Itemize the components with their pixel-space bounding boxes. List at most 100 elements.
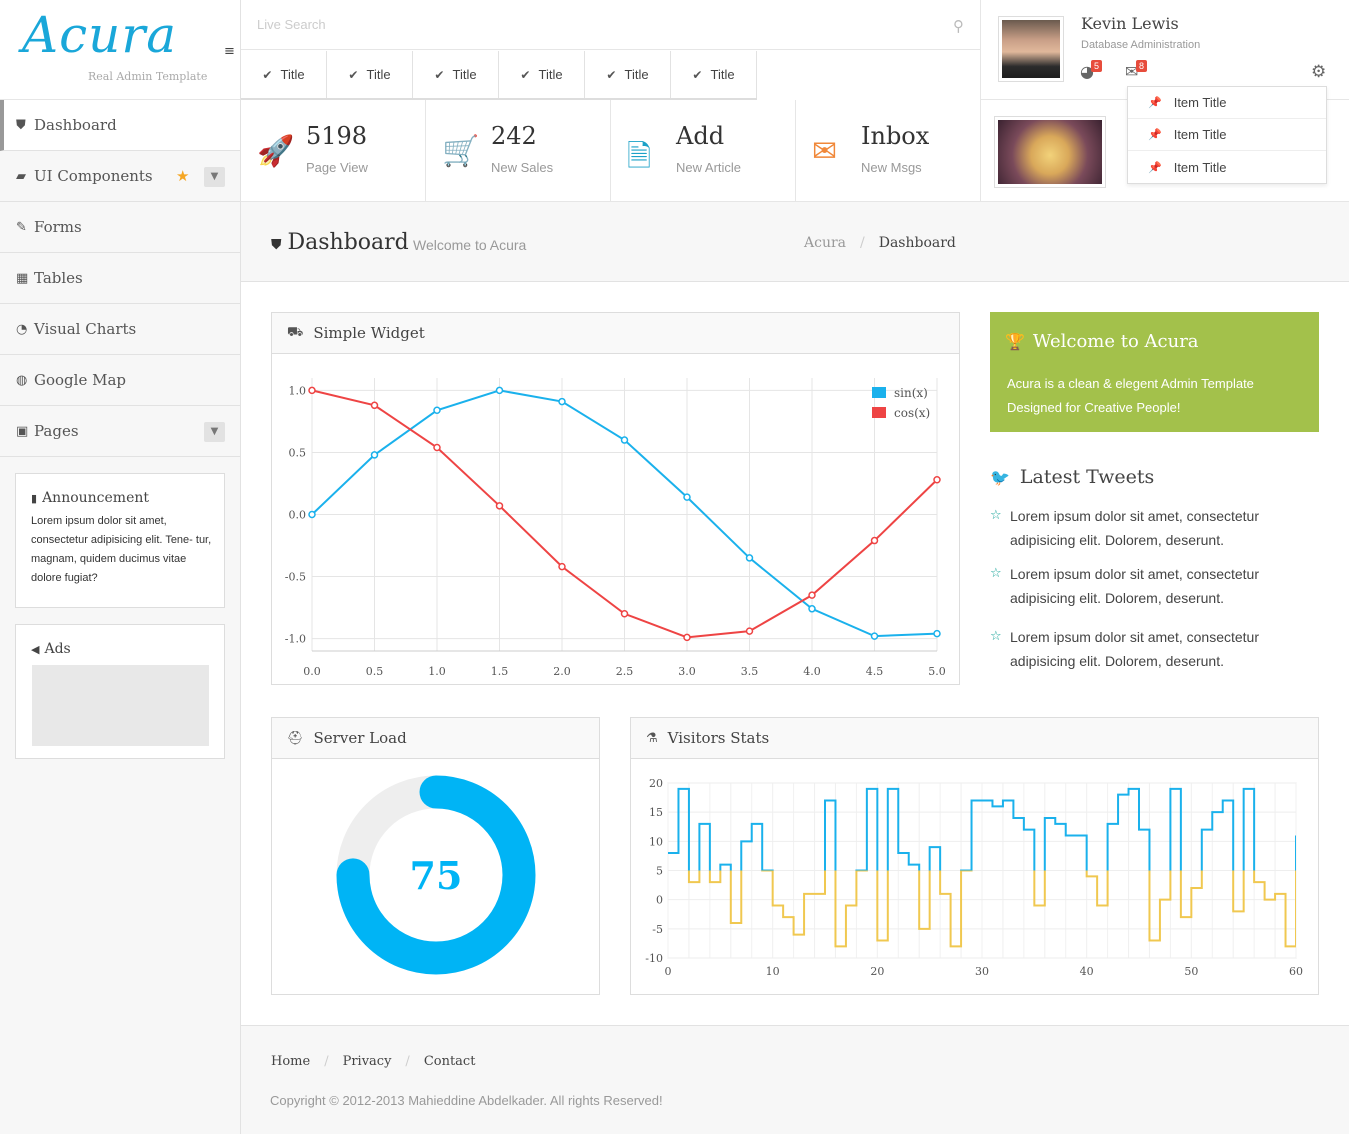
welcome-text: Acura is a clean & elegent Admin Templat… xyxy=(1007,376,1254,415)
check-icon: ✔ xyxy=(692,67,703,82)
sidebar-item-label: Visual Charts xyxy=(34,320,137,338)
avatar[interactable] xyxy=(998,16,1064,82)
tab-title[interactable]: ✔ Title xyxy=(499,51,585,98)
logo[interactable]: Acura Real Admin Template xyxy=(0,0,240,100)
announcement-box: ▮ Announcement Lorem ipsum dolor sit amet… xyxy=(15,473,225,608)
dropdown-item[interactable]: 📌 Item Title xyxy=(1128,151,1326,183)
logo-tagline: Real Admin Template xyxy=(88,70,208,83)
tab-title[interactable]: ✔ Title xyxy=(585,51,671,98)
breadcrumb-current: Dashboard xyxy=(878,235,956,251)
line-chart[interactable]: 0.0 0.5 1.0 1.5 2.0 2.5 3.0 3.5 4.0 4.5 5.0 1.0 0.5 0… xyxy=(272,354,959,684)
menu-toggle-icon[interactable]: ≡ xyxy=(224,44,235,59)
data-point xyxy=(933,629,941,638)
pin-icon: 📌 xyxy=(1148,96,1162,109)
dropdown-item[interactable]: 📌 Item Title xyxy=(1128,87,1326,119)
sidebar-item-label: UI Components xyxy=(34,167,153,185)
check-icon: ✔ xyxy=(348,67,359,82)
tweet-item: ☆ Lorem ipsum dolor sit amet, consectetur… xyxy=(990,504,1320,552)
globe-icon: ◍ xyxy=(16,372,28,388)
tab-label: Title xyxy=(538,67,563,82)
flask-icon: ⚗ xyxy=(646,730,658,746)
widget-title: Server Load xyxy=(313,729,407,747)
data-point xyxy=(308,510,316,519)
x-tick-label: 1.0 xyxy=(428,665,446,678)
search-input[interactable]: Live Search xyxy=(257,17,326,32)
chevron-down-icon[interactable]: ▼ xyxy=(204,422,225,442)
sidebar-item-pages[interactable]: ▣ Pages ▼ xyxy=(0,406,240,457)
page-subtitle: Welcome to Acura xyxy=(413,237,527,253)
stat-label: New Sales xyxy=(491,160,554,175)
footer-separator: / xyxy=(324,1054,329,1069)
data-point xyxy=(558,562,566,571)
x-tick-label: 50 xyxy=(1184,965,1198,978)
ad-placeholder[interactable] xyxy=(32,665,209,746)
stat-new-article[interactable]: 🗎 Add New Article xyxy=(611,100,796,201)
data-point xyxy=(308,386,316,395)
tab-title[interactable]: ✔ Title xyxy=(241,51,327,98)
trophy-icon: 🏆 xyxy=(1005,332,1025,351)
user-role: Database Administration xyxy=(1081,39,1201,51)
ambulance-icon: ⛟ xyxy=(287,324,304,340)
cart-icon: 🛒 xyxy=(442,134,480,169)
widget-title: Simple Widget xyxy=(313,324,425,342)
logo-text: Acura xyxy=(22,6,178,64)
tab-title[interactable]: ✔ Title xyxy=(413,51,499,98)
footer-link-contact[interactable]: Contact xyxy=(424,1054,476,1069)
data-point xyxy=(370,451,379,459)
sidebar-item-ui-components[interactable]: ▰ UI Components ★ ▼ xyxy=(0,151,240,202)
edit-icon: ✎ xyxy=(16,219,27,235)
tab-title[interactable]: ✔ Title xyxy=(327,51,413,98)
footer-links: Home / Privacy / Contact xyxy=(271,1054,475,1069)
step-chart[interactable]: 20151050-5-100 10 20 30 40 50 60 xyxy=(631,759,1318,994)
chevron-down-icon[interactable]: ▼ xyxy=(204,167,225,187)
x-tick-label: 3.0 xyxy=(678,665,696,678)
gear-icon[interactable]: ⚙ xyxy=(1311,62,1326,82)
x-tick-label: 4.5 xyxy=(866,665,884,678)
x-tick-label: 5.0 xyxy=(928,665,946,678)
sidebar-item-visual-charts[interactable]: ◔ Visual Charts xyxy=(0,304,240,355)
tweets-title: 🐦 Latest Tweets xyxy=(990,466,1154,488)
stat-page-views[interactable]: 🚀 5198 Page View xyxy=(241,100,426,201)
stat-inbox[interactable]: ✉ Inbox New Msgs xyxy=(796,100,981,201)
stat-label: New Msgs xyxy=(861,160,922,175)
user-name[interactable]: Kevin Lewis xyxy=(1081,14,1179,33)
sidebar-item-forms[interactable]: ✎ Forms xyxy=(0,202,240,253)
data-point xyxy=(495,386,504,395)
document-icon: 🗎 xyxy=(627,139,652,174)
toolbar-tabs: ✔ Title ✔ Title ✔ Title ✔ Title ✔ Title ✔ Titl… xyxy=(241,51,757,100)
sidebar-item-label: Pages xyxy=(34,422,79,440)
star-outline-icon: ☆ xyxy=(990,508,1002,523)
x-tick-label: 0 xyxy=(665,965,672,978)
tweets-title-text: Latest Tweets xyxy=(1019,466,1155,488)
sidebar-item-dashboard[interactable]: ⛊ Dashboard xyxy=(0,100,240,151)
data-point xyxy=(370,401,379,410)
legend-label: cos(x) xyxy=(894,406,930,420)
sidebar-item-tables[interactable]: ▦ Tables xyxy=(0,253,240,304)
dropdown-item-label: Item Title xyxy=(1173,159,1227,175)
gauge-chart[interactable]: 75 xyxy=(272,759,599,994)
data-point xyxy=(433,406,441,415)
tab-label: Title xyxy=(452,67,477,82)
shield-icon: ⛊ xyxy=(271,237,282,253)
tweet-text: Lorem ipsum dolor sit amet, consectetur … xyxy=(1010,508,1259,548)
featured-image[interactable] xyxy=(994,116,1106,188)
visitors-stats-widget: ⚗ Visitors Stats 20 15 10 5 0 -5 -10 0 10 20 30 40 50… xyxy=(630,717,1319,995)
y-tick-label: -10 xyxy=(645,952,663,965)
tab-title[interactable]: ✔ Title xyxy=(671,51,757,98)
data-point xyxy=(620,436,629,444)
footer-separator: / xyxy=(405,1054,410,1069)
star-outline-icon: ☆ xyxy=(990,629,1002,644)
megaphone-icon: ◀ xyxy=(31,643,40,656)
stat-new-sales[interactable]: 🛒 242 New Sales xyxy=(426,100,611,201)
dropdown-item[interactable]: 📌 Item Title xyxy=(1128,119,1326,151)
welcome-title-text: Welcome to Acura xyxy=(1032,331,1199,352)
footer-link-privacy[interactable]: Privacy xyxy=(343,1054,392,1069)
ads-title: ◀ Ads xyxy=(16,625,224,657)
sidebar-item-google-map[interactable]: ◍ Google Map xyxy=(0,355,240,406)
dashboard-icon: ◔ xyxy=(16,321,28,337)
breadcrumb-link[interactable]: Acura xyxy=(804,235,846,251)
briefcase-icon: ▰ xyxy=(16,168,26,184)
footer-link-home[interactable]: Home xyxy=(271,1054,310,1069)
search-icon[interactable]: ⚲ xyxy=(953,17,964,35)
ads-title-text: Ads xyxy=(44,641,71,657)
